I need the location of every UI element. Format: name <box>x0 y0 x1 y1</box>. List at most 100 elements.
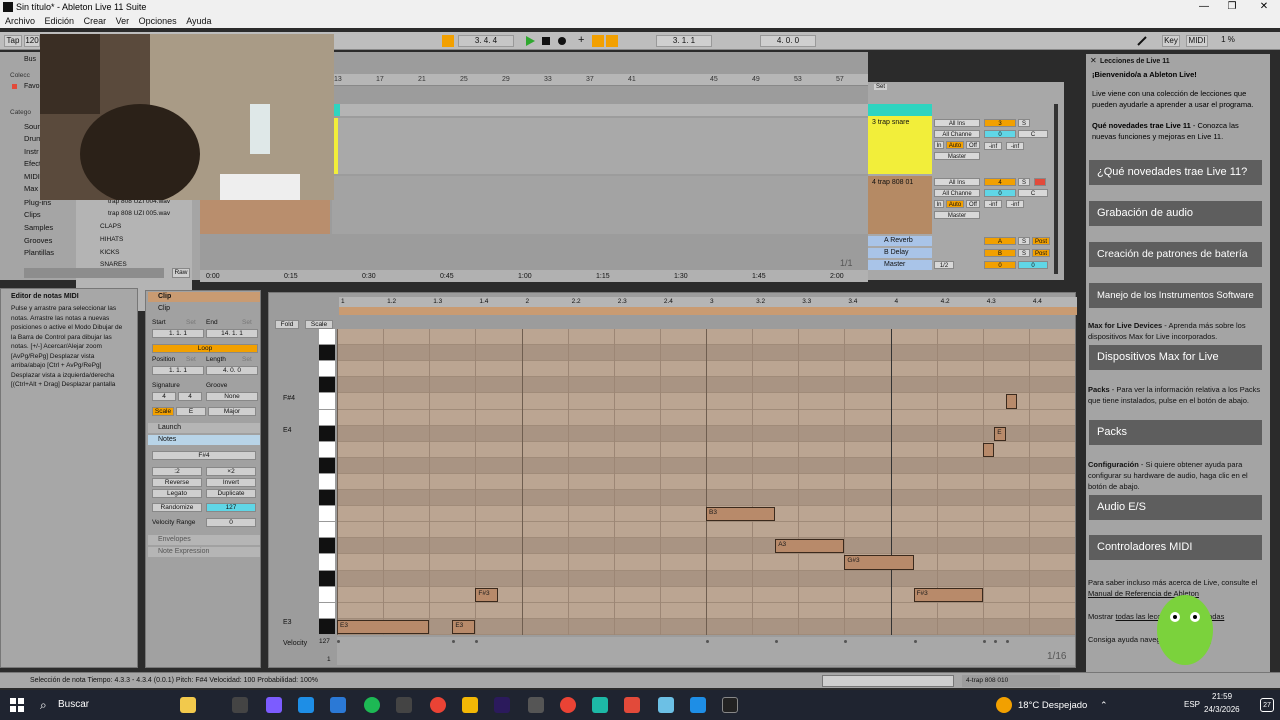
start-set-button[interactable]: Set <box>186 319 196 326</box>
menu-ayuda[interactable]: Ayuda <box>186 14 211 28</box>
category-audio-effects[interactable]: Efect <box>24 159 41 168</box>
monitor-in-button[interactable]: In <box>934 141 944 149</box>
piano-key[interactable] <box>319 425 335 442</box>
master-track[interactable]: Master <box>868 260 932 270</box>
piano-keyboard[interactable] <box>319 329 335 635</box>
piano-key[interactable] <box>319 570 335 587</box>
notepad-icon[interactable] <box>658 697 674 713</box>
velocity-point[interactable] <box>337 640 340 643</box>
loop-brace[interactable] <box>339 307 1077 315</box>
song-position-field[interactable]: 3. 4. 4 <box>458 35 514 47</box>
midi-note[interactable]: E3 <box>337 619 430 634</box>
task-view-icon[interactable] <box>232 697 248 713</box>
lesson-midi-controllers-button[interactable]: Controladores MIDI <box>1089 535 1262 560</box>
note-grid[interactable]: E3 E3 F#3 B3 A3 G#3 F#3 E <box>337 329 1075 635</box>
outlook-icon[interactable] <box>330 697 346 713</box>
randomize-button[interactable]: Randomize <box>152 503 202 512</box>
tempo-field[interactable]: 120 <box>24 35 40 47</box>
velocity-point[interactable] <box>452 640 456 643</box>
menu-opciones[interactable]: Opciones <box>139 14 177 28</box>
clip-section-header[interactable]: Clip <box>148 304 260 314</box>
return-activator-b[interactable]: B <box>984 249 1016 257</box>
lesson-packs-button[interactable]: Packs <box>1089 420 1262 445</box>
piano-key[interactable] <box>319 457 335 474</box>
input-type-select[interactable]: All Ins <box>934 178 980 186</box>
menu-ver[interactable]: Ver <box>116 14 130 28</box>
copilot-sparkle-icon[interactable] <box>180 697 196 713</box>
clip-start-field[interactable]: 1. 1. 1 <box>152 329 204 338</box>
windows-start-icon[interactable] <box>10 698 24 712</box>
lesson-whatsnew-button[interactable]: ¿Qué novedades trae Live 11? <box>1089 160 1262 185</box>
file-item[interactable]: trap 808 UZI 005.wav <box>108 210 170 217</box>
master-volume[interactable]: 0 <box>984 261 1016 269</box>
key-map-button[interactable]: Key <box>1162 35 1180 47</box>
taskbar-search-box[interactable]: Buscar <box>58 699 89 710</box>
menu-crear[interactable]: Crear <box>84 14 107 28</box>
randomize-amount-field[interactable]: 127 <box>206 503 256 512</box>
piano-key[interactable] <box>319 345 335 362</box>
return-track-delay[interactable]: B Delay <box>868 248 932 258</box>
pitch-field[interactable]: F#4 <box>152 451 256 460</box>
post-button[interactable]: Post <box>1032 249 1050 257</box>
midi-note[interactable] <box>982 442 995 457</box>
velocity-point[interactable] <box>994 640 998 643</box>
piano-key[interactable] <box>319 329 335 346</box>
add-icon[interactable]: + <box>578 35 590 47</box>
solo-button[interactable]: S <box>1018 178 1030 186</box>
category-max[interactable]: Max <box>24 184 38 193</box>
master-pan[interactable]: 0 <box>1018 261 1048 269</box>
maximize-button[interactable]: ❐ <box>1218 0 1246 14</box>
stop-button[interactable] <box>540 35 552 47</box>
track-pan[interactable]: C <box>1018 130 1048 138</box>
search-icon[interactable]: ⌕ <box>40 698 47 713</box>
close-window-button[interactable]: ✕ <box>1250 0 1278 14</box>
invert-button[interactable]: Invert <box>206 478 256 487</box>
raw-toggle[interactable]: Raw <box>172 268 190 278</box>
piano-key[interactable] <box>319 361 335 378</box>
track-volume[interactable]: 0 <box>984 130 1016 138</box>
loop-length-field[interactable]: 4. 0. 0 <box>206 366 258 375</box>
fold-button[interactable]: Fold <box>275 320 299 329</box>
velocity-point[interactable] <box>1005 640 1009 643</box>
output-select[interactable]: Master <box>934 211 980 219</box>
piano-key[interactable] <box>319 490 335 507</box>
arm-record-button[interactable] <box>1034 178 1046 186</box>
velocity-range-field[interactable]: 0 <box>206 518 256 527</box>
folder-snares[interactable]: SNARES <box>100 261 127 266</box>
lesson-audio-io-button[interactable]: Audio E/S <box>1089 495 1262 520</box>
settings-gear-icon[interactable] <box>528 697 544 713</box>
place-clips[interactable]: Clips <box>24 210 41 219</box>
reverse-button[interactable]: Reverse <box>152 478 202 487</box>
midi-note[interactable]: G#3 <box>844 555 914 570</box>
piano-key[interactable] <box>319 377 335 394</box>
track-header-808[interactable]: 4 trap 808 01 <box>868 176 932 234</box>
duplicate-button[interactable]: Duplicate <box>206 489 256 498</box>
edge-icon[interactable] <box>298 697 314 713</box>
post-button[interactable]: Post <box>1032 237 1050 245</box>
language-indicator[interactable]: ESP <box>1184 700 1200 709</box>
monitor-in-button[interactable]: In <box>934 200 944 208</box>
piano-key[interactable] <box>319 441 335 458</box>
input-channel-select[interactable]: All Channe <box>934 189 980 197</box>
double-button[interactable]: ×2 <box>206 467 256 476</box>
weather-text[interactable]: 18°C Despejado <box>1018 700 1087 711</box>
notes-section-header[interactable]: Notes <box>148 435 260 445</box>
velocity-point[interactable] <box>706 640 709 643</box>
solo-button[interactable]: S <box>1018 119 1030 127</box>
length-set-button[interactable]: Set <box>242 356 252 363</box>
automation-arm-icon[interactable] <box>592 35 604 47</box>
input-type-select[interactable]: All Ins <box>934 119 980 127</box>
loop-position-field[interactable]: 1. 1. 1 <box>152 366 204 375</box>
lesson-software-instruments-button[interactable]: Manejo de los Instrumentos Software <box>1089 283 1262 308</box>
folder-claps[interactable]: CLAPS <box>100 223 121 230</box>
track-lane-snare[interactable] <box>332 118 868 174</box>
piano-key[interactable] <box>319 586 335 603</box>
folder-hihats[interactable]: HIHATS <box>100 236 123 243</box>
piano-key[interactable] <box>319 602 335 619</box>
punch-out-icon[interactable] <box>744 35 756 47</box>
output-select[interactable]: Master <box>934 152 980 160</box>
piano-key[interactable] <box>319 554 335 571</box>
launch-section-header[interactable]: Launch <box>148 423 260 433</box>
monitor-auto-button[interactable]: Auto <box>946 200 964 208</box>
lesson-drum-patterns-button[interactable]: Creación de patrones de batería <box>1089 242 1262 267</box>
